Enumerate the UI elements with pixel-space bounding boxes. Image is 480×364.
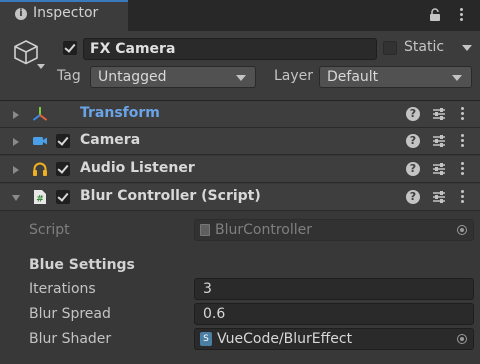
info-icon: i: [15, 8, 27, 20]
presets-icon[interactable]: [432, 190, 446, 208]
blur-spread-label[interactable]: Blur Spread: [29, 306, 111, 322]
csharp-script-icon: #: [32, 189, 48, 205]
help-icon[interactable]: ?: [406, 134, 420, 148]
lock-icon[interactable]: [429, 8, 441, 26]
shader-file-icon: S: [200, 332, 212, 346]
component-enabled-checkbox[interactable]: [56, 190, 70, 204]
kebab-menu-icon[interactable]: [456, 6, 466, 23]
help-icon[interactable]: ?: [406, 107, 420, 121]
headphones-icon: [32, 161, 48, 177]
component-audio-listener[interactable]: Audio Listener ?: [0, 156, 480, 183]
kebab-menu-icon[interactable]: [457, 134, 467, 149]
blur-shader-label: Blur Shader: [29, 331, 112, 347]
foldout-arrow-icon[interactable]: [13, 138, 19, 146]
component-name: Blur Controller (Script): [80, 188, 261, 204]
tag-dropdown[interactable]: Untagged: [90, 66, 256, 88]
presets-icon[interactable]: [432, 162, 446, 180]
blur-spread-field[interactable]: 0.6: [194, 303, 474, 325]
chevron-down-icon: [452, 75, 462, 81]
component-name: Audio Listener: [80, 160, 195, 176]
layer-dropdown[interactable]: Default: [319, 66, 472, 88]
svg-text:#: #: [36, 195, 44, 205]
gameobject-name-field[interactable]: FX Camera: [83, 38, 377, 60]
kebab-menu-icon[interactable]: [457, 162, 467, 177]
object-picker-icon[interactable]: [457, 334, 467, 344]
foldout-arrow-icon[interactable]: [12, 195, 20, 201]
tag-label: Tag: [57, 68, 81, 84]
component-transform[interactable]: Transform ?: [0, 101, 480, 128]
static-dropdown-arrow[interactable]: [462, 45, 472, 51]
cube-icon[interactable]: [12, 39, 40, 69]
component-enabled-checkbox[interactable]: [56, 162, 70, 176]
script-value: BlurController: [215, 222, 312, 238]
kebab-menu-icon[interactable]: [457, 107, 467, 122]
icon-dropdown-arrow[interactable]: [37, 64, 45, 69]
shader-value: VueCode/BlurEffect: [217, 331, 353, 347]
camera-icon: [32, 133, 48, 149]
component-camera[interactable]: Camera ?: [0, 128, 480, 155]
script-file-icon: [200, 224, 210, 236]
blur-shader-field[interactable]: S VueCode/BlurEffect: [194, 328, 474, 350]
transform-icon: [32, 106, 48, 122]
component-name: Transform: [80, 105, 160, 121]
static-label: Static: [404, 39, 445, 55]
active-checkbox[interactable]: [63, 41, 77, 55]
iterations-field[interactable]: 3: [194, 278, 474, 300]
presets-icon[interactable]: [432, 134, 446, 152]
component-enabled-checkbox[interactable]: [56, 134, 70, 148]
iterations-label[interactable]: Iterations: [29, 281, 96, 297]
presets-icon[interactable]: [432, 107, 446, 125]
kebab-menu-icon[interactable]: [457, 190, 467, 205]
component-blur-controller[interactable]: # Blur Controller (Script) ?: [0, 184, 480, 211]
foldout-arrow-icon[interactable]: [13, 166, 19, 174]
section-header: Blue Settings: [29, 257, 135, 273]
static-checkbox[interactable]: [383, 41, 397, 55]
help-icon[interactable]: ?: [406, 190, 420, 204]
layer-label: Layer: [274, 68, 314, 84]
script-label: Script: [29, 222, 70, 238]
help-icon[interactable]: ?: [406, 162, 420, 176]
object-picker-icon: [457, 225, 467, 235]
tab-title: Inspector: [33, 5, 99, 21]
layer-value: Default: [327, 69, 379, 85]
foldout-arrow-icon[interactable]: [13, 111, 19, 119]
tag-value: Untagged: [98, 69, 167, 85]
component-name: Camera: [80, 132, 141, 148]
script-field: BlurController: [194, 219, 474, 241]
chevron-down-icon: [236, 75, 246, 81]
